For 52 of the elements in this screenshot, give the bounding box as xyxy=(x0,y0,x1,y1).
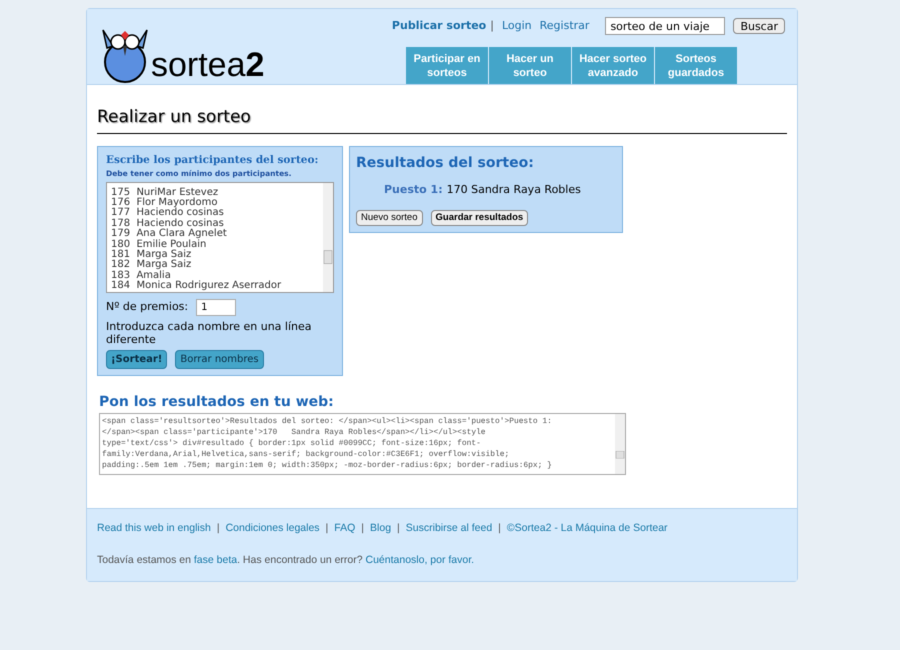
clear-button[interactable]: Borrar nombres xyxy=(175,350,264,368)
participants-textarea[interactable]: 175 NuriMar Estevez 176 Flor Mayordomo 177 Haciendo cosinas 178 Haciendo cosinas 179 Ana Clara Agnelet 180 Emilie Poulain 181 Marga Saiz 182 Marga Saiz 183 Amalia 184 Monica Rodrigurez Aserrador xyxy=(106,182,334,292)
separator: | xyxy=(361,521,364,536)
participant-line: 177 Haciendo cosinas xyxy=(111,208,225,218)
header-link[interactable]: Publicar sorteo xyxy=(392,18,486,34)
save-results-button[interactable]: Guardar resultados xyxy=(430,210,528,226)
participant-line: 180 Emilie Poulain xyxy=(111,240,208,250)
participant-line: 182 Marga Saiz xyxy=(111,260,192,270)
draw-button[interactable]: ¡Sortear! xyxy=(106,350,168,368)
separator: | xyxy=(490,18,494,34)
embed-code-field[interactable] xyxy=(99,412,626,474)
header-link[interactable]: Registrar xyxy=(540,18,590,34)
footer-link[interactable]: Blog xyxy=(370,521,392,537)
panel-title: Resultados del sorteo: xyxy=(356,154,535,172)
place-label: Puesto 1: xyxy=(384,182,443,198)
separator: | xyxy=(397,521,400,536)
nav-tab[interactable]: Hacer un sorteo xyxy=(489,47,571,84)
participant-line: 183 Amalia xyxy=(111,270,172,281)
nav-tab[interactable]: Hacer sorteo avanzado xyxy=(572,47,654,84)
panel-title: Escribe los participantes del sorteo: xyxy=(106,152,320,168)
footer-link[interactable]: Read this web in english xyxy=(97,521,211,537)
notice-link[interactable]: fase beta xyxy=(194,554,238,566)
header-link[interactable]: Login xyxy=(502,18,532,34)
scrollbar-icon[interactable] xyxy=(615,414,625,474)
embed-title: Pon los resultados en tu web: xyxy=(99,392,335,412)
footer-link[interactable]: Suscribirse al feed xyxy=(406,521,492,537)
prizes-field[interactable]: 1 xyxy=(196,298,236,316)
separator: | xyxy=(216,521,220,536)
nav-tab[interactable]: Sorteos guardados xyxy=(655,47,737,84)
participant-line: 178 Haciendo cosinas xyxy=(111,218,224,229)
participant-line: 181 Marga Saiz xyxy=(111,250,192,260)
footer-link[interactable]: Condiciones legales xyxy=(226,521,320,537)
prizes-label: Nº de premios: xyxy=(106,298,188,315)
beta-notice: Todavía estamos en fase beta. Has encontrado un error? Cuéntanoslo, por favor. xyxy=(97,552,476,568)
participant-line: 184 Monica Rodrigurez Aserrador xyxy=(111,281,282,292)
instruction-text: Introduzca cada nombre en una línea diferente xyxy=(106,320,313,346)
notice-link[interactable]: Cuéntanoslo, por favor. xyxy=(366,554,474,566)
scrollbar-icon[interactable] xyxy=(323,182,333,292)
new-draw-button[interactable]: Nuevo sorteo xyxy=(356,210,423,226)
separator: | xyxy=(326,521,328,536)
page-title: Realizar un sorteo xyxy=(97,105,787,134)
search-field[interactable]: sorteo de un viaje xyxy=(605,17,726,35)
participant-line: 176 Flor Mayordomo xyxy=(111,198,218,208)
nav-tab[interactable]: Participar en sorteos xyxy=(406,47,488,84)
winner-name: 170 Sandra Raya Robles xyxy=(446,182,581,198)
site-logo-text[interactable]: sortea2 xyxy=(151,48,264,82)
separator: | xyxy=(498,521,501,536)
search-button[interactable]: Buscar xyxy=(733,18,785,34)
participant-line: 175 NuriMar Estevez xyxy=(111,188,220,198)
footer-link[interactable]: FAQ xyxy=(334,521,356,537)
footer-link[interactable]: ©Sortea2 - La Máquina de Sortear xyxy=(506,521,668,537)
participant-line: 179 Ana Clara Agnelet xyxy=(111,229,228,240)
